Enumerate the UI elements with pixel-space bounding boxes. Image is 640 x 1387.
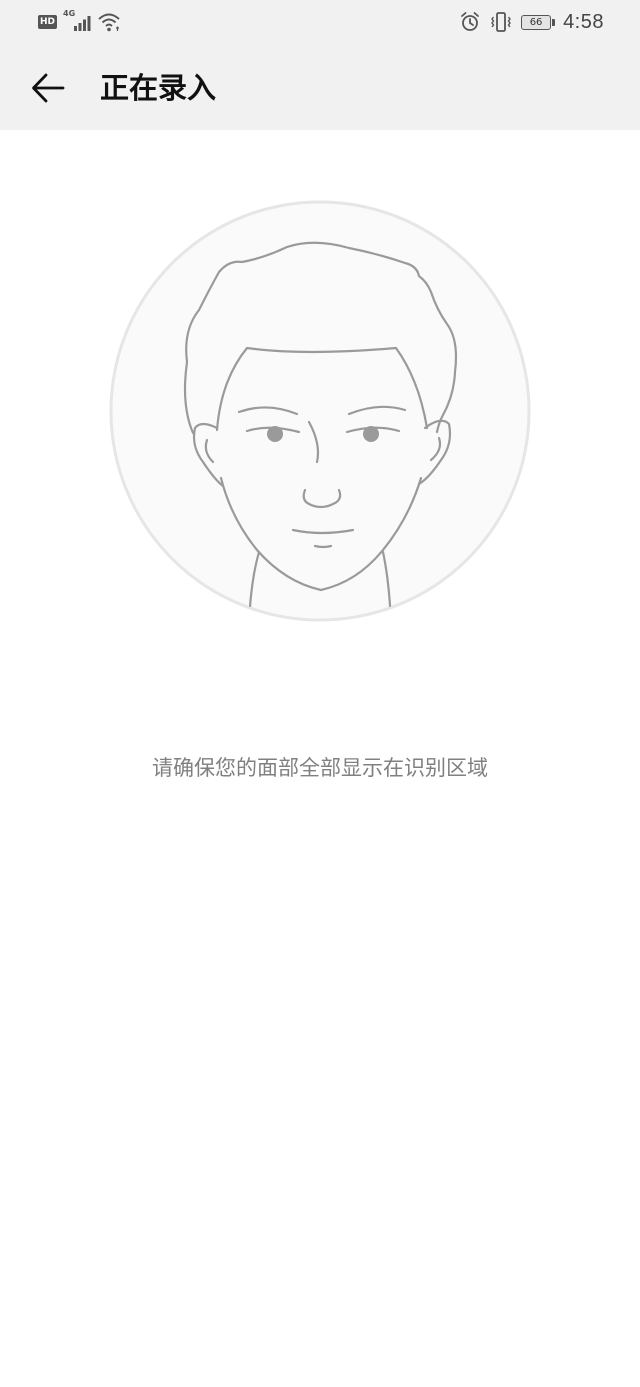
status-clock: 4:58	[563, 10, 604, 33]
signal-icon: 4G	[63, 9, 91, 33]
back-button[interactable]	[28, 68, 68, 108]
face-outline-icon	[109, 200, 531, 622]
page-title: 正在录入	[100, 71, 217, 105]
battery-tip	[552, 18, 556, 26]
instruction-text: 请确保您的面部全部显示在识别区域	[152, 756, 488, 780]
arrow-left-icon	[32, 73, 65, 103]
status-bar-left: HD 4G	[38, 9, 121, 34]
hd-icon: HD	[38, 15, 58, 29]
battery-level: 66	[521, 14, 552, 30]
face-enroll-screen: HD 4G 66 4:58 正在录入 请确保您的面部全部显示在识别区域	[0, 0, 640, 1387]
battery-icon: 66	[521, 14, 556, 30]
alarm-icon	[459, 11, 481, 33]
status-bar-right: 66 4:58	[459, 8, 604, 36]
status-bar: HD 4G 66 4:58	[0, 0, 640, 44]
wifi-icon	[97, 11, 121, 33]
vibrate-icon	[489, 11, 513, 33]
app-bar: 正在录入	[0, 44, 640, 130]
face-recognition-area	[109, 200, 531, 622]
